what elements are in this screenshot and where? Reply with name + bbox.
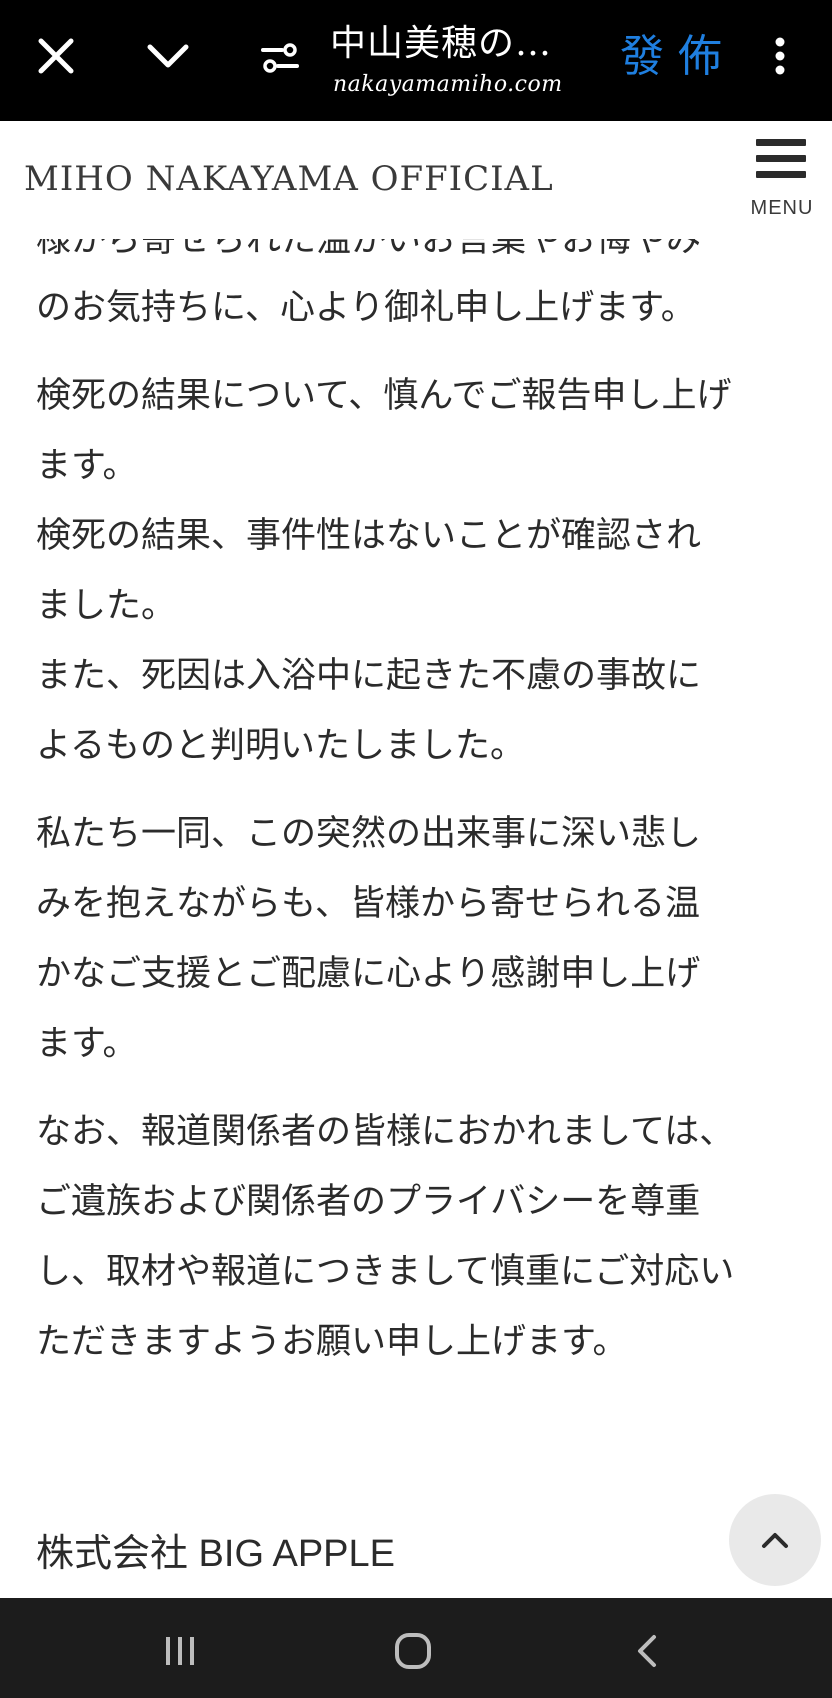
article-paragraph: 私たち一同、この突然の出来事に深い悲し みを抱えながらも、皆様から寄せられる温 … <box>36 799 816 1079</box>
chevron-down-icon <box>147 44 189 68</box>
article-line: のお気持ちに、心より御礼申し上げます。 <box>36 288 696 328</box>
browser-top-bar: 中山美穂の… nakayamamiho.com 發佈 <box>0 0 832 121</box>
collapse-button[interactable] <box>140 28 196 84</box>
article-line-clipped: 様から寄せられた温かいお言葉やお悔やみ <box>36 239 702 260</box>
home-icon <box>395 1633 431 1669</box>
watermark-stamp: 發佈 <box>620 31 736 82</box>
article-line: 検死の結果について、慎んでご報告申し上げ <box>36 376 732 416</box>
article-line: 私たち一同、この突然の出来事に深い悲し <box>36 814 702 854</box>
tune-icon <box>261 43 299 73</box>
recent-apps-button[interactable] <box>150 1626 210 1676</box>
article-line: ご遺族および関係者のプライバシーを尊重 <box>36 1182 701 1222</box>
article-line: ました。 <box>36 586 177 626</box>
site-header: MIHO NAKAYAMA OFFICIAL MENU <box>0 121 832 239</box>
chevron-up-icon <box>762 1533 788 1548</box>
article-body: 様から寄せられた温かいお言葉やお悔やみ のお気持ちに、心より御礼申し上げます。 … <box>36 239 816 1395</box>
page-url[interactable]: nakayamamiho.com <box>333 72 593 97</box>
article-line: よるものと判明いたしました。 <box>36 726 525 766</box>
close-button[interactable] <box>28 28 84 84</box>
article-line: ます。 <box>36 1024 138 1064</box>
company-signature: 株式会社 BIG APPLE <box>36 1533 395 1575</box>
more-vert-icon <box>775 37 785 75</box>
site-title[interactable]: MIHO NAKAYAMA OFFICIAL <box>24 159 554 199</box>
article-line: ます。 <box>36 446 138 486</box>
article-line: みを抱えながらも、皆様から寄せられる温 <box>36 884 700 924</box>
menu-label: MENU <box>750 197 814 219</box>
article-line: 検死の結果、事件性はないことが確認され <box>36 516 702 556</box>
hamburger-icon <box>756 139 806 187</box>
back-button[interactable] <box>616 1626 676 1676</box>
article-line: ただきますようお願い申し上げます。 <box>36 1322 628 1362</box>
article-paragraph: なお、報道関係者の皆様におかれましては、 ご遺族および関係者のプライバシーを尊重… <box>36 1097 816 1377</box>
article-line: し、取材や報道につきまして慎重にご対応い <box>36 1252 735 1292</box>
article-line: かなご支援とご配慮に心より感謝申し上げ <box>36 954 701 994</box>
site-settings-button[interactable] <box>252 30 308 86</box>
system-nav-bar <box>0 1598 832 1698</box>
home-button[interactable] <box>383 1626 443 1676</box>
recent-apps-icon <box>166 1637 194 1665</box>
article-paragraph: のお気持ちに、心より御礼申し上げます。 <box>36 273 816 343</box>
menu-button[interactable]: MENU <box>742 135 822 231</box>
article-line: なお、報道関係者の皆様におかれましては、 <box>36 1112 735 1152</box>
close-icon <box>38 38 74 74</box>
article-line: また、死因は入浴中に起きた不慮の事故に <box>36 656 702 696</box>
back-icon <box>638 1635 656 1667</box>
page-title: 中山美穂の… <box>330 23 553 64</box>
scroll-to-top-button[interactable] <box>729 1494 821 1586</box>
article-paragraph: 検死の結果について、慎んでご報告申し上げ ます。 検死の結果、事件性はないことが… <box>36 361 816 781</box>
more-options-button[interactable] <box>762 28 798 84</box>
